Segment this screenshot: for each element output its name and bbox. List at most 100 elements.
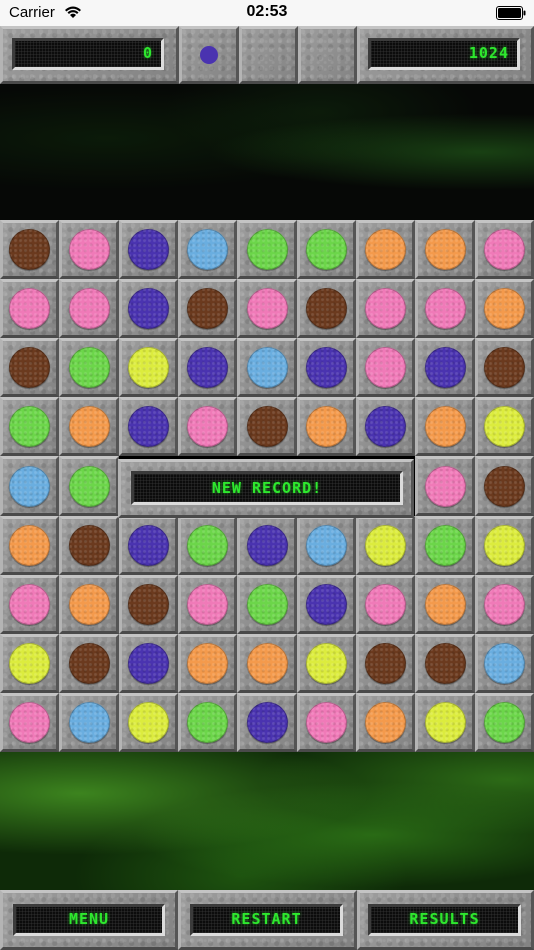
board-cell[interactable] <box>475 693 534 752</box>
board-cell[interactable] <box>237 575 297 634</box>
battery-icon <box>496 6 526 20</box>
board-cell[interactable] <box>415 338 475 397</box>
status-bar: Carrier 02:53 <box>0 0 534 26</box>
restart-button[interactable]: RESTART <box>190 904 343 936</box>
board-cell[interactable] <box>59 456 119 516</box>
board-cell[interactable] <box>356 220 415 279</box>
board-cell[interactable] <box>178 516 237 575</box>
board-cell[interactable] <box>59 516 119 575</box>
purple-disc <box>128 288 169 329</box>
board-cell[interactable] <box>119 634 178 693</box>
board-cell[interactable] <box>0 693 59 752</box>
board-cell[interactable] <box>475 634 534 693</box>
menu-button[interactable]: MENU <box>13 904 165 936</box>
orange-disc <box>365 229 406 270</box>
board-cell[interactable] <box>356 516 415 575</box>
board-cell[interactable] <box>119 220 178 279</box>
brown-disc <box>484 465 525 507</box>
board-cell[interactable] <box>237 338 297 397</box>
board-cell[interactable] <box>178 397 237 456</box>
board-cell[interactable] <box>237 397 297 456</box>
board-cell[interactable] <box>0 279 59 338</box>
board-cell[interactable] <box>297 338 356 397</box>
board-cell[interactable] <box>415 634 475 693</box>
board-cell[interactable] <box>178 220 237 279</box>
board-cell[interactable] <box>415 693 475 752</box>
board-cell[interactable] <box>356 397 415 456</box>
board-cell[interactable] <box>0 397 59 456</box>
board-cell[interactable] <box>0 456 59 516</box>
board-cell[interactable] <box>415 516 475 575</box>
board-cell[interactable] <box>178 693 237 752</box>
board-cell[interactable] <box>415 456 475 516</box>
board-cell[interactable] <box>415 279 475 338</box>
board-cell[interactable] <box>415 220 475 279</box>
green-disc <box>187 702 228 743</box>
board-cell[interactable] <box>475 338 534 397</box>
board-cell[interactable] <box>356 693 415 752</box>
board-cell[interactable] <box>356 575 415 634</box>
board-cell[interactable] <box>178 575 237 634</box>
board-cell[interactable] <box>237 220 297 279</box>
board-cell[interactable] <box>59 397 119 456</box>
board-cell[interactable] <box>297 397 356 456</box>
board-cell[interactable] <box>59 634 119 693</box>
board-cell[interactable] <box>297 634 356 693</box>
board-cell[interactable] <box>178 338 237 397</box>
board-cell[interactable] <box>0 575 59 634</box>
board-cell[interactable] <box>475 575 534 634</box>
board-cell[interactable] <box>119 693 178 752</box>
yellow-disc <box>484 406 525 447</box>
board-cell[interactable] <box>297 220 356 279</box>
blue-disc <box>484 643 525 684</box>
pink-disc <box>9 288 50 329</box>
board-cell[interactable] <box>297 279 356 338</box>
board-cell[interactable] <box>59 220 119 279</box>
board-cell[interactable] <box>59 693 119 752</box>
board-cell[interactable] <box>237 634 297 693</box>
board-cell[interactable] <box>0 634 59 693</box>
board-cell[interactable] <box>0 338 59 397</box>
results-button[interactable]: RESULTS <box>368 904 521 936</box>
board-cell[interactable] <box>415 575 475 634</box>
purple-disc <box>246 702 288 743</box>
board-cell[interactable] <box>415 397 475 456</box>
pink-disc <box>484 229 525 270</box>
board-cell[interactable] <box>119 279 178 338</box>
board-cell[interactable] <box>356 279 415 338</box>
board-cell[interactable] <box>356 634 415 693</box>
board-cell[interactable] <box>119 575 178 634</box>
board-cell[interactable] <box>59 338 119 397</box>
board-cell[interactable] <box>237 279 297 338</box>
board-cell[interactable] <box>237 516 297 575</box>
board-cell[interactable] <box>59 279 119 338</box>
board-cell[interactable] <box>0 220 59 279</box>
board-cell[interactable] <box>475 456 534 516</box>
board-cell[interactable] <box>356 338 415 397</box>
brown-disc <box>68 643 110 684</box>
board-cell[interactable] <box>119 397 178 456</box>
brown-disc <box>68 525 110 566</box>
board-cell[interactable] <box>0 516 59 575</box>
board-cell[interactable] <box>475 279 534 338</box>
yellow-disc <box>424 702 466 743</box>
board-cell[interactable] <box>475 220 534 279</box>
board-cell[interactable] <box>119 338 178 397</box>
board-cell[interactable] <box>178 279 237 338</box>
pink-disc <box>365 288 406 329</box>
pink-disc <box>424 465 466 507</box>
purple-disc <box>128 525 169 566</box>
board-cell[interactable] <box>119 516 178 575</box>
board-cell[interactable] <box>297 516 356 575</box>
board-cell[interactable] <box>59 575 119 634</box>
pink-disc <box>365 584 406 625</box>
board-cell[interactable] <box>178 634 237 693</box>
high-score-display: 1024 <box>368 38 520 70</box>
board-cell[interactable] <box>297 575 356 634</box>
board-cell[interactable] <box>237 693 297 752</box>
brown-disc <box>424 643 466 684</box>
orange-disc <box>246 643 288 684</box>
board-cell[interactable] <box>475 516 534 575</box>
board-cell[interactable] <box>475 397 534 456</box>
board-cell[interactable] <box>297 693 356 752</box>
